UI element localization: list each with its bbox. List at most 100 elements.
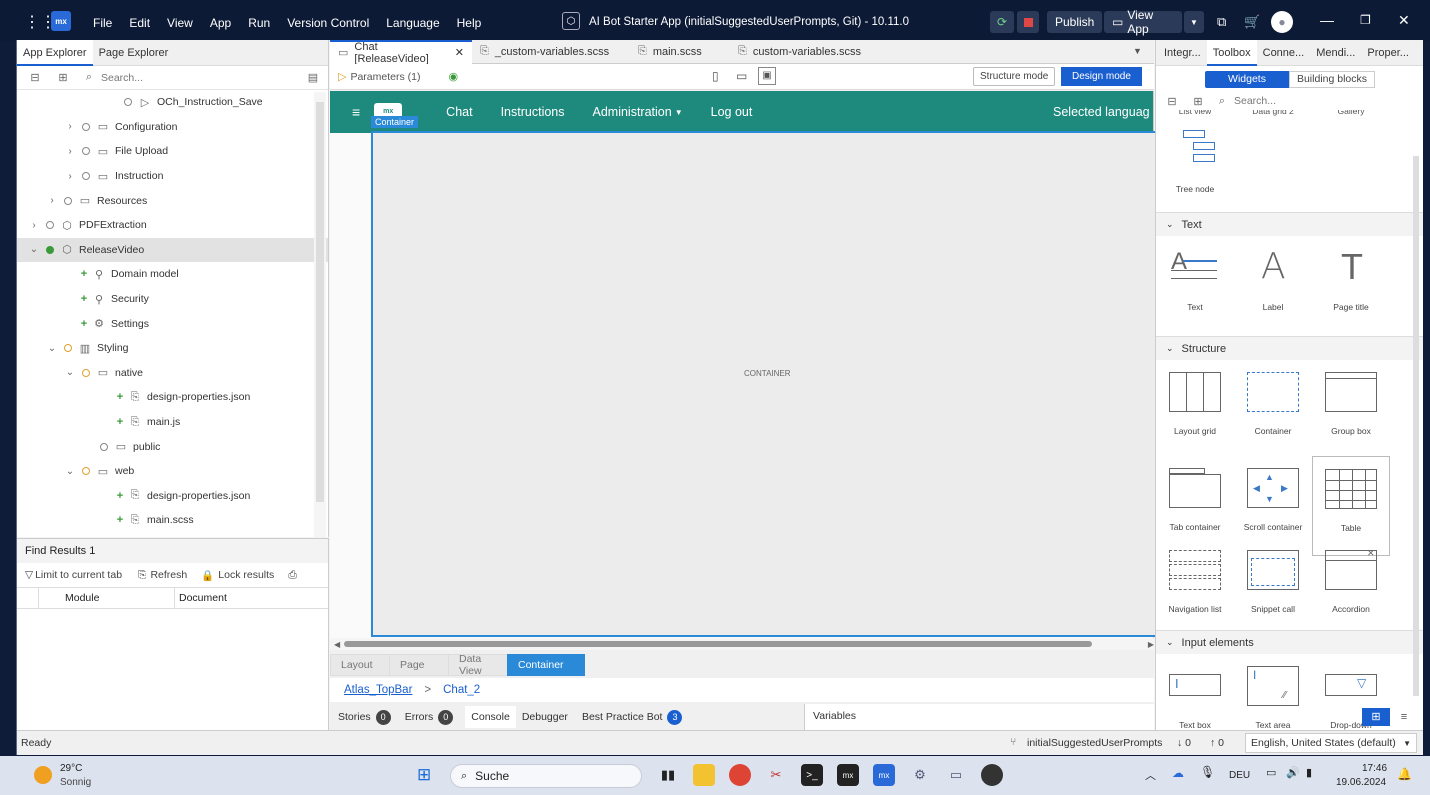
tree-chevron-icon[interactable]: › xyxy=(63,171,77,182)
widget-label[interactable]: A Label xyxy=(1234,236,1312,336)
tree-item[interactable]: › ⬡ PDFExtraction xyxy=(17,213,328,238)
tree-item[interactable]: ▭ public xyxy=(17,434,328,459)
nav-chat[interactable]: Chat xyxy=(446,105,472,119)
document-tab[interactable]: ▭ Chat [ReleaseVideo] ✕ xyxy=(330,39,472,65)
menu-version-control[interactable]: Version Control xyxy=(287,16,369,30)
restore-icon[interactable]: ❐ xyxy=(1360,13,1371,27)
tree-item[interactable]: + ⎘ design-properties.json xyxy=(17,484,328,509)
windows-start-icon[interactable]: ⊞ xyxy=(417,765,431,785)
clock-date[interactable]: 19.06.2024 xyxy=(1336,777,1386,788)
view-app-dropdown-icon[interactable]: ▼ xyxy=(1184,11,1204,33)
file-explorer-icon[interactable] xyxy=(693,764,715,786)
tab-errors[interactable]: Errors xyxy=(405,711,434,723)
tab-console[interactable]: Console xyxy=(465,706,516,728)
scroll-left-icon[interactable]: ◀ xyxy=(334,640,340,649)
menu-language[interactable]: Language xyxy=(386,16,439,30)
tray-chevron-up-icon[interactable]: ︿ xyxy=(1145,767,1156,783)
toolbox-scrollbar[interactable] xyxy=(1411,116,1421,706)
filter-icon[interactable]: ▤ xyxy=(305,71,321,84)
clock-time[interactable]: 17:46 xyxy=(1362,763,1387,774)
parameters-button[interactable]: Parameters (1) xyxy=(350,71,420,83)
tree-chevron-icon[interactable]: ⌄ xyxy=(63,466,77,477)
tree-item[interactable]: ⌄ ▭ native xyxy=(17,361,328,386)
col-module[interactable]: Module xyxy=(39,587,175,609)
breadcrumb-item[interactable]: Page xyxy=(389,654,449,676)
tree-item[interactable]: + ⎘ main.js xyxy=(17,410,328,435)
volume-icon[interactable]: 🔊 xyxy=(1286,766,1300,779)
mendix-studio-icon[interactable]: mx xyxy=(837,764,859,786)
tree-item[interactable]: › ▭ Resources xyxy=(17,188,328,213)
grid-view-icon[interactable]: ⊞ xyxy=(1362,708,1390,726)
language-select[interactable]: English, United States (default) ▼ xyxy=(1245,733,1417,753)
tab-app-explorer[interactable]: App Explorer xyxy=(17,39,93,66)
col-document[interactable]: Document xyxy=(175,592,227,604)
expand-icon[interactable]: ⊞ xyxy=(55,71,71,84)
canvas-h-scrollbar[interactable]: ◀ ▶ xyxy=(330,638,1154,650)
outgoing-count[interactable]: ↑ 0 xyxy=(1210,737,1224,749)
tablet-view-icon[interactable]: ▭ xyxy=(736,69,747,83)
tree-item[interactable]: + ⎘ main.scss xyxy=(17,508,328,533)
microphone-icon[interactable]: 🎙 xyxy=(1200,765,1215,779)
building-blocks-tab[interactable]: Building blocks xyxy=(1289,70,1375,88)
layout-link[interactable]: Atlas_TopBar xyxy=(344,684,412,696)
tab-debugger[interactable]: Debugger xyxy=(522,711,568,723)
task-view-icon[interactable]: ▮▮ xyxy=(657,764,679,786)
weather-temp[interactable]: 29°C xyxy=(60,763,82,774)
page-name[interactable]: Chat_2 xyxy=(443,684,480,696)
breadcrumb-item[interactable]: Container xyxy=(507,654,585,676)
menu-view[interactable]: View xyxy=(167,16,193,30)
obs-record-icon[interactable] xyxy=(981,764,1003,786)
tree-item[interactable]: › ▭ Instruction xyxy=(17,164,328,189)
tab-connector[interactable]: Conne... xyxy=(1257,47,1311,59)
tree-chevron-icon[interactable]: › xyxy=(45,195,59,206)
tree-chevron-icon[interactable]: › xyxy=(63,121,77,132)
tree-item[interactable]: ⌄ ⬡ ReleaseVideo xyxy=(17,237,328,263)
run-locally-icon[interactable]: ⟳ xyxy=(990,11,1014,33)
scroll-right-icon[interactable]: ▶ xyxy=(1148,640,1154,649)
refresh-button[interactable]: Refresh xyxy=(150,569,187,581)
minimize-icon[interactable]: — xyxy=(1320,12,1334,28)
breadcrumb-item[interactable]: Layout xyxy=(330,654,390,676)
network-icon[interactable]: ▭ xyxy=(1266,766,1276,779)
design-mode-button[interactable]: Design mode xyxy=(1061,67,1142,86)
widget-group-box[interactable]: Group box xyxy=(1312,360,1390,460)
scroll-thumb[interactable] xyxy=(344,641,1092,647)
structure-mode-button[interactable]: Structure mode xyxy=(973,67,1056,86)
nav-log-out[interactable]: Log out xyxy=(711,105,753,119)
phone-view-icon[interactable]: ▯ xyxy=(712,69,719,83)
tab-best-practice-bot[interactable]: Best Practice Bot xyxy=(582,711,663,723)
export-icon[interactable]: ⎙ xyxy=(288,569,296,582)
explorer-search-input[interactable]: Search... xyxy=(101,72,301,84)
tree-item[interactable]: ▷ OCh_Instruction_Save xyxy=(17,90,328,115)
remote-desktop-icon[interactable]: ▭ xyxy=(945,764,967,786)
tree-item[interactable]: ⌄ ▥ Styling xyxy=(17,336,328,361)
marketplace-cart-icon[interactable]: 🛒 xyxy=(1244,14,1260,30)
chrome-icon[interactable] xyxy=(729,764,751,786)
mendix-active-icon[interactable]: mx xyxy=(873,764,895,786)
snipping-tool-icon[interactable]: ✂ xyxy=(765,764,787,786)
close-tab-icon[interactable]: ✕ xyxy=(455,46,464,59)
tab-mendix-assist[interactable]: Mendi... xyxy=(1310,47,1361,59)
tree-chevron-icon[interactable]: ⌄ xyxy=(45,343,59,354)
breadcrumb-item[interactable]: Data View xyxy=(448,653,508,677)
section-structure-header[interactable]: ⌄ Structure xyxy=(1156,336,1423,360)
tree-chevron-icon[interactable]: › xyxy=(63,146,77,157)
tree-item[interactable]: + ⎘ design-properties.json xyxy=(17,385,328,410)
document-tab[interactable]: ⎘ custom-variables.scss xyxy=(730,40,870,64)
widget-text[interactable]: A Text xyxy=(1156,236,1234,336)
tree-item[interactable]: › ▭ File Upload xyxy=(17,139,328,164)
widgets-tab[interactable]: Widgets xyxy=(1205,70,1289,88)
share-icon[interactable]: ⧉ xyxy=(1217,14,1226,30)
taskbar-search[interactable]: ⌕ Suche xyxy=(450,764,642,788)
expand-icon[interactable]: ⊞ xyxy=(1190,95,1206,108)
widget-text-area[interactable]: I ⁄⁄ Text area xyxy=(1234,654,1312,730)
document-tab[interactable]: ⎘ main.scss xyxy=(630,40,730,64)
view-app-button[interactable]: ▭ View App xyxy=(1104,8,1182,36)
widget-text-box[interactable]: I Text box xyxy=(1156,654,1234,730)
branch-name[interactable]: initialSuggestedUserPrompts xyxy=(1027,737,1162,749)
close-window-icon[interactable]: ✕ xyxy=(1398,12,1410,29)
tabs-overflow-icon[interactable]: ▼ xyxy=(1133,46,1142,56)
limit-to-tab-button[interactable]: Limit to current tab xyxy=(35,569,122,581)
tree-item[interactable]: + ⚲ Domain model xyxy=(17,262,328,287)
widget-page-title[interactable]: T Page title xyxy=(1312,236,1390,336)
